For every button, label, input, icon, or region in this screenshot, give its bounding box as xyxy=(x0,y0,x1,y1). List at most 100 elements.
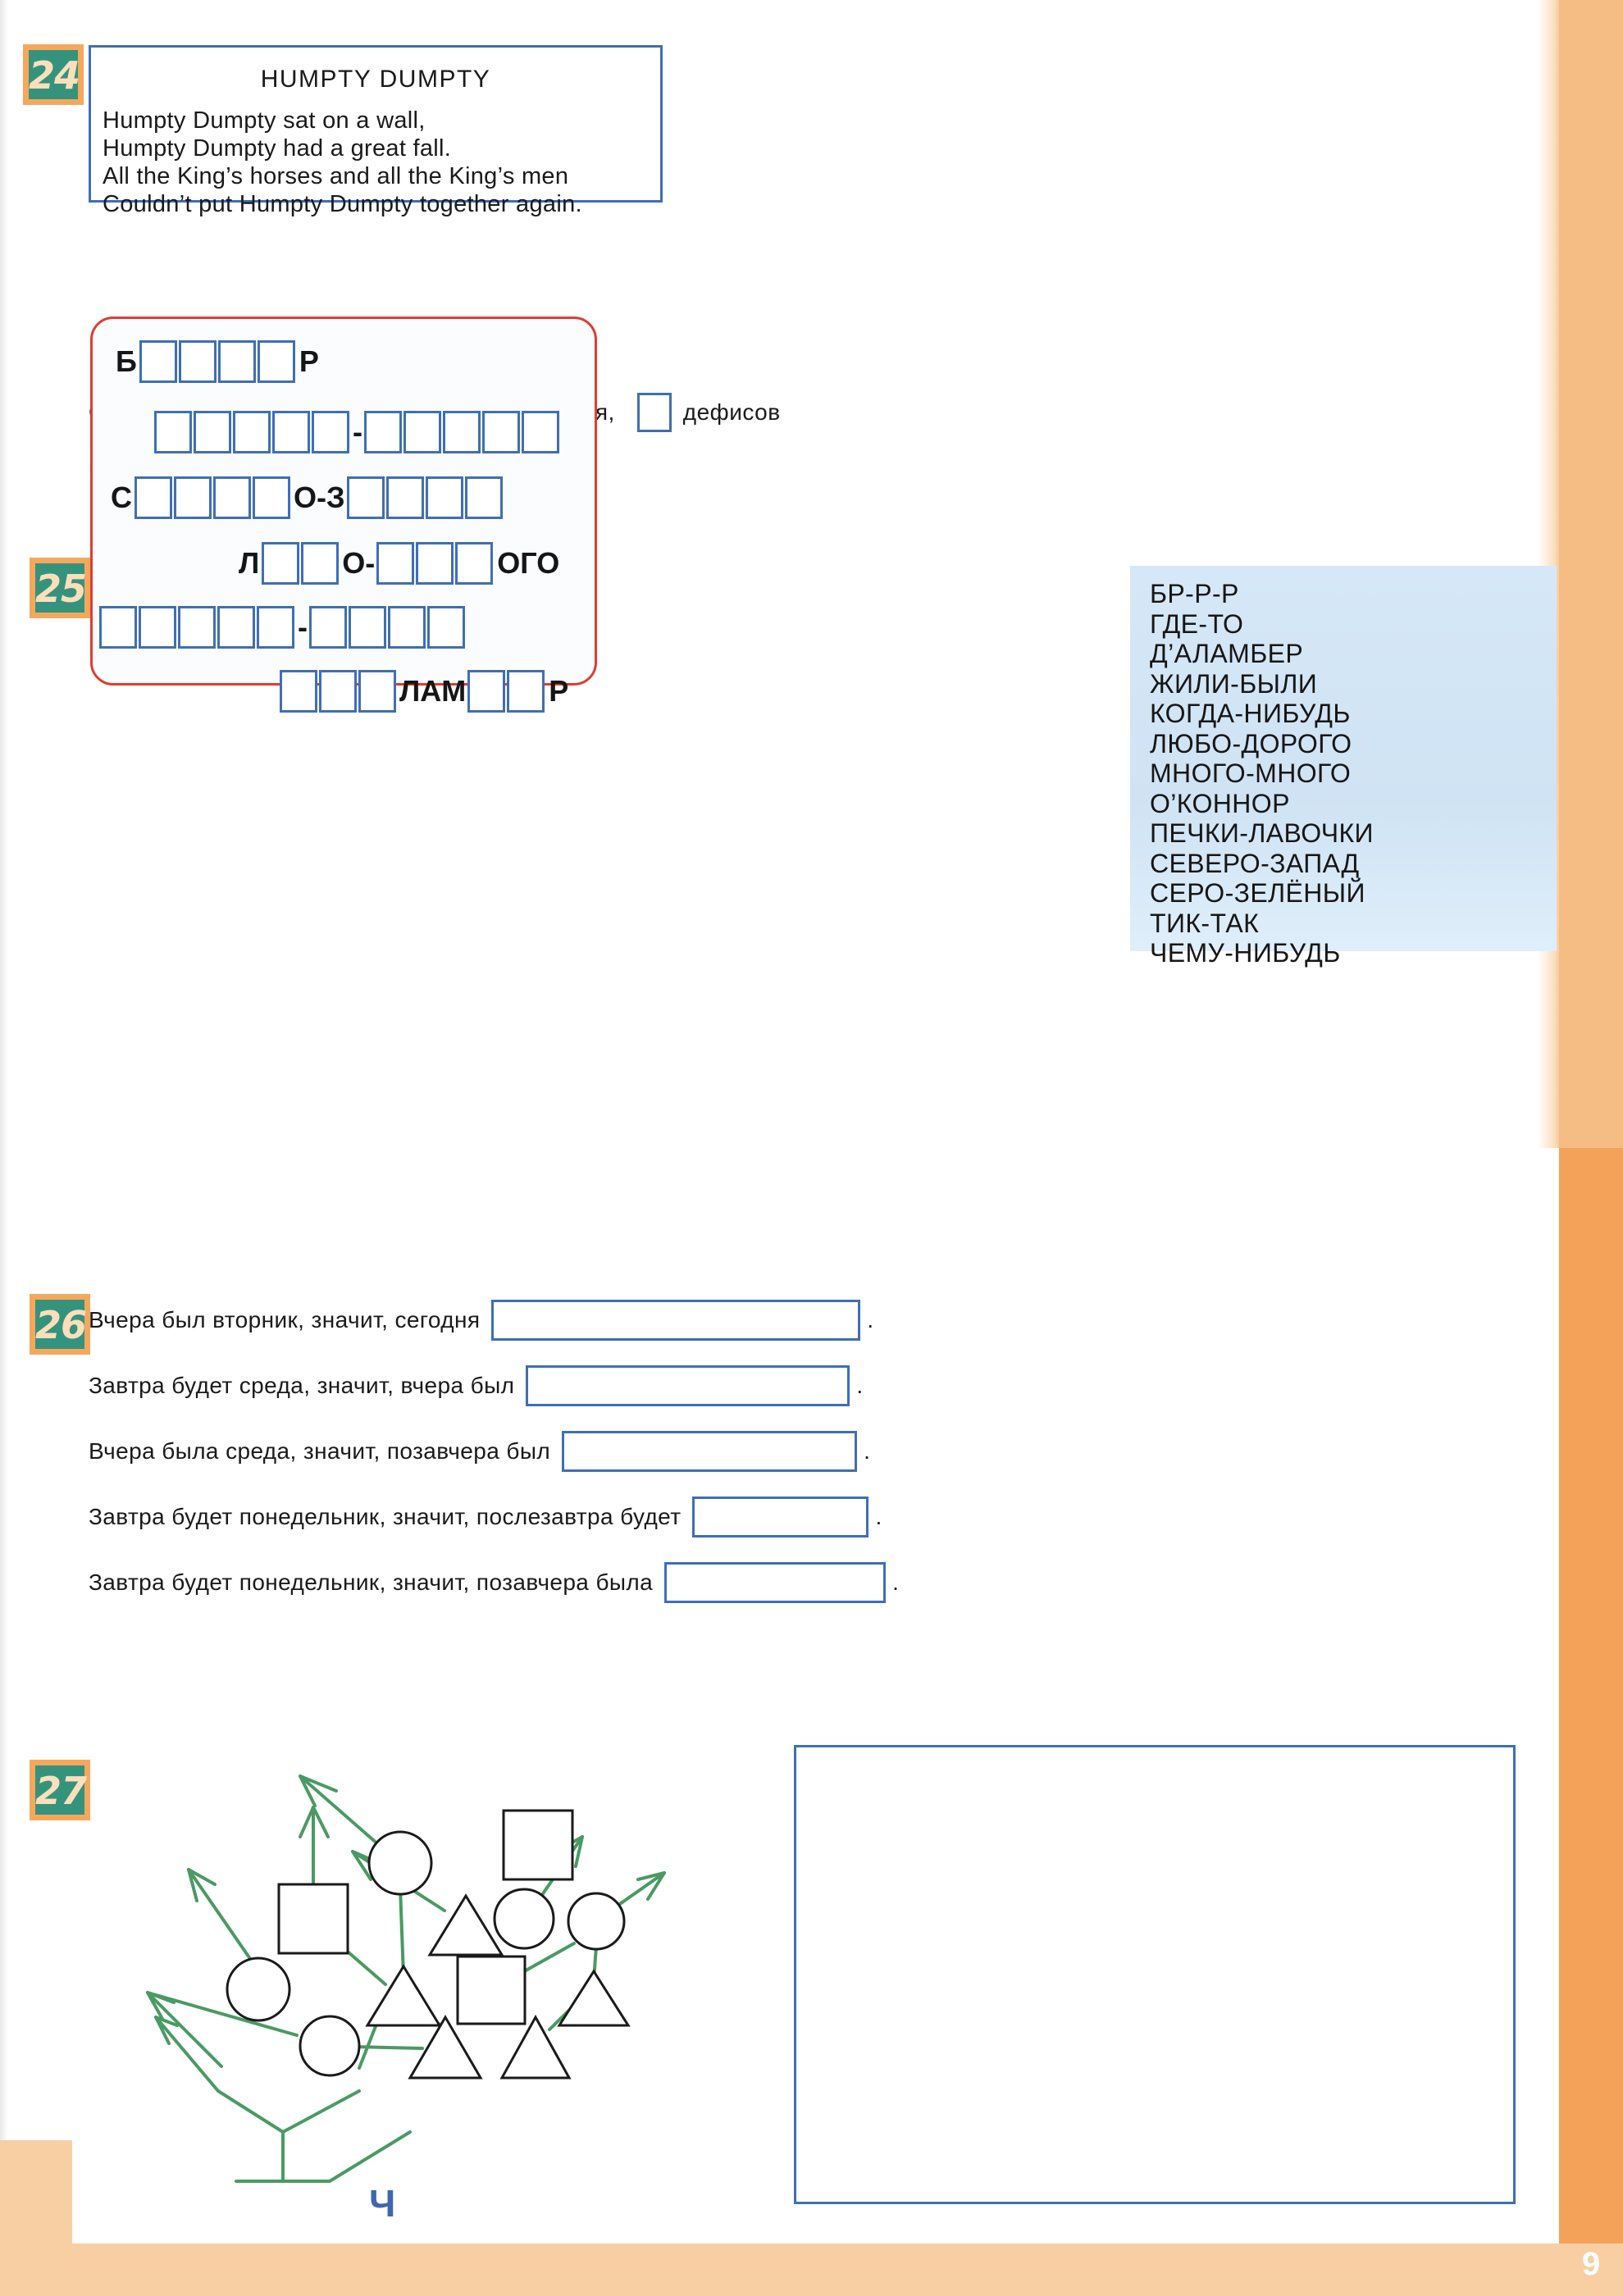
task-number-27: 27 xyxy=(30,1760,90,1820)
task26-statement-row: Завтра будет понедельник, значит, послез… xyxy=(89,1484,1565,1550)
crossword-cell[interactable] xyxy=(416,542,454,585)
crossword-cell[interactable] xyxy=(443,411,481,453)
crossword-cell[interactable] xyxy=(99,606,137,649)
shape-triangle xyxy=(557,1969,631,2027)
shape-triangle xyxy=(365,1964,442,2027)
crossword-cell[interactable] xyxy=(403,411,441,453)
crossword-fixed-letter: Л xyxy=(239,546,260,580)
poem-title: HUMPTY DUMPTY xyxy=(260,66,491,93)
crossword-fixed-letter: С xyxy=(111,481,132,514)
crossword-cell[interactable] xyxy=(388,606,426,649)
crossword-cell[interactable] xyxy=(233,411,271,453)
crossword-cell[interactable] xyxy=(455,542,494,585)
crossword-cell[interactable] xyxy=(174,476,212,519)
diagram-shapes xyxy=(226,1809,631,2080)
crossword-cell[interactable] xyxy=(272,411,310,453)
shape-triangle xyxy=(427,1893,504,1957)
word-bank-item: БР-Р-Р xyxy=(1150,579,1239,608)
answer-text-hyphens: дефисов xyxy=(682,399,781,425)
task26-statement-row: Вчера был вторник, значит, сегодня. xyxy=(89,1287,1565,1353)
hyphen-count-blank[interactable] xyxy=(636,393,672,432)
crossword-cell[interactable] xyxy=(482,411,520,453)
shape-circle xyxy=(226,1957,291,2022)
crossword-cell[interactable] xyxy=(257,606,294,649)
crossword-cell[interactable] xyxy=(427,606,465,649)
crossword-cell[interactable] xyxy=(217,606,255,649)
task-number-24: 24 xyxy=(23,44,84,105)
crossword-cell[interactable] xyxy=(178,606,216,649)
statement-text: Завтра будет понедельник, значит, позавч… xyxy=(89,1569,654,1595)
crossword-cell[interactable] xyxy=(376,542,415,585)
day-answer-field[interactable] xyxy=(562,1431,858,1472)
crossword-cell[interactable] xyxy=(364,411,402,453)
day-answer-field[interactable] xyxy=(491,1300,861,1341)
crossword-cell[interactable] xyxy=(194,411,231,453)
shape-square xyxy=(502,1809,574,1881)
word-bank-item: ЛЮБО-ДОРОГО xyxy=(1150,728,1352,758)
crossword-row: Л О- ОГО xyxy=(239,542,559,585)
crossword-cell[interactable] xyxy=(358,670,396,713)
crossword-row: ЛАМ Р xyxy=(280,670,568,713)
crossword-fixed-letter: ОГО xyxy=(497,546,560,580)
crossword-separator: - xyxy=(353,415,362,449)
statement-text: Вчера был вторник, значит, сегодня xyxy=(89,1307,481,1332)
page-right-edge-lower xyxy=(1559,1148,1623,2296)
crossword-cell[interactable] xyxy=(425,476,463,519)
crossword-cell[interactable] xyxy=(253,476,290,519)
word-bank-item: ПЕЧКИ-ЛАВОЧКИ xyxy=(1150,818,1374,848)
crossword-cell[interactable] xyxy=(257,340,295,383)
crossword-cell[interactable] xyxy=(319,670,357,713)
day-answer-field[interactable] xyxy=(526,1365,850,1406)
crossword-cell[interactable] xyxy=(213,476,251,519)
task-number-26: 26 xyxy=(30,1294,90,1355)
statement-text: Вчера была среда, значит, позавчера был xyxy=(89,1438,551,1464)
crossword-cell[interactable] xyxy=(309,606,347,649)
crossword-cell[interactable] xyxy=(522,411,559,453)
crossword-cell[interactable] xyxy=(134,476,172,519)
sentence-period: . xyxy=(875,1504,882,1529)
shape-circle xyxy=(493,1888,555,1950)
word-bank-item: Д’АЛАМБЕР xyxy=(1150,639,1304,668)
crossword-row: - xyxy=(154,411,561,453)
crossword-cell[interactable] xyxy=(507,670,545,713)
crossword-cell[interactable] xyxy=(464,476,503,519)
shape-square xyxy=(456,1955,527,2025)
poem-line: Couldn’t put Humpty Dumpty together agai… xyxy=(103,191,582,217)
task26-statements: Вчера был вторник, значит, сегодня. Завтр… xyxy=(89,1287,1565,1615)
shape-square xyxy=(277,1883,349,1955)
day-answer-field[interactable] xyxy=(664,1562,887,1603)
crossword-cell[interactable] xyxy=(346,476,385,519)
poem-line: Humpty Dumpty sat on a wall, xyxy=(103,107,426,134)
shapes-arrow-diagram xyxy=(139,1747,763,2280)
task26-statement-row: Вчера была среда, значит, позавчера был. xyxy=(89,1419,1565,1484)
crossword-cell[interactable] xyxy=(312,411,349,453)
crossword-cell[interactable] xyxy=(178,340,217,383)
crossword-row: С О-З xyxy=(111,476,504,519)
crossword-cell[interactable] xyxy=(385,476,424,519)
crossword-cell[interactable] xyxy=(467,670,506,713)
crossword-cell[interactable] xyxy=(301,542,340,585)
shape-circle xyxy=(299,2015,361,2077)
diagram-start-label: Ч xyxy=(369,2182,396,2225)
sentence-period: . xyxy=(856,1373,864,1398)
task27-answer-box[interactable] xyxy=(794,1745,1516,2204)
crossword-cell[interactable] xyxy=(262,542,300,585)
crossword-cell[interactable] xyxy=(139,606,176,649)
crossword-panel: Б Р - С О-З Л О- ОГО - ЛАМ Р xyxy=(90,317,597,713)
diagram-svg xyxy=(146,1774,666,2183)
day-answer-field[interactable] xyxy=(692,1496,869,1538)
poem-box: HUMPTY DUMPTY Humpty Dumpty sat on a wal… xyxy=(89,45,663,217)
word-bank-item: СЕРО-ЗЕЛЁНЫЙ xyxy=(1150,878,1365,908)
word-bank-item: ЧЕМУ-НИБУДЬ xyxy=(1150,938,1341,968)
crossword-cell[interactable] xyxy=(217,340,256,383)
word-bank-item: О’КОННОР xyxy=(1150,788,1290,818)
crossword-cell[interactable] xyxy=(154,411,192,453)
poem-body: Humpty Dumpty sat on a wall, Humpty Dump… xyxy=(91,107,660,218)
crossword-cell[interactable] xyxy=(280,670,317,713)
word-bank-item: КОГДА-НИБУДЬ xyxy=(1150,699,1351,728)
word-bank-item: ТИК-ТАК xyxy=(1150,908,1260,938)
crossword-cell[interactable] xyxy=(349,606,386,649)
word-bank-item: ЖИЛИ-БЫЛИ xyxy=(1150,668,1318,699)
crossword-fixed-letter: Р xyxy=(299,344,319,378)
crossword-cell[interactable] xyxy=(139,340,177,383)
